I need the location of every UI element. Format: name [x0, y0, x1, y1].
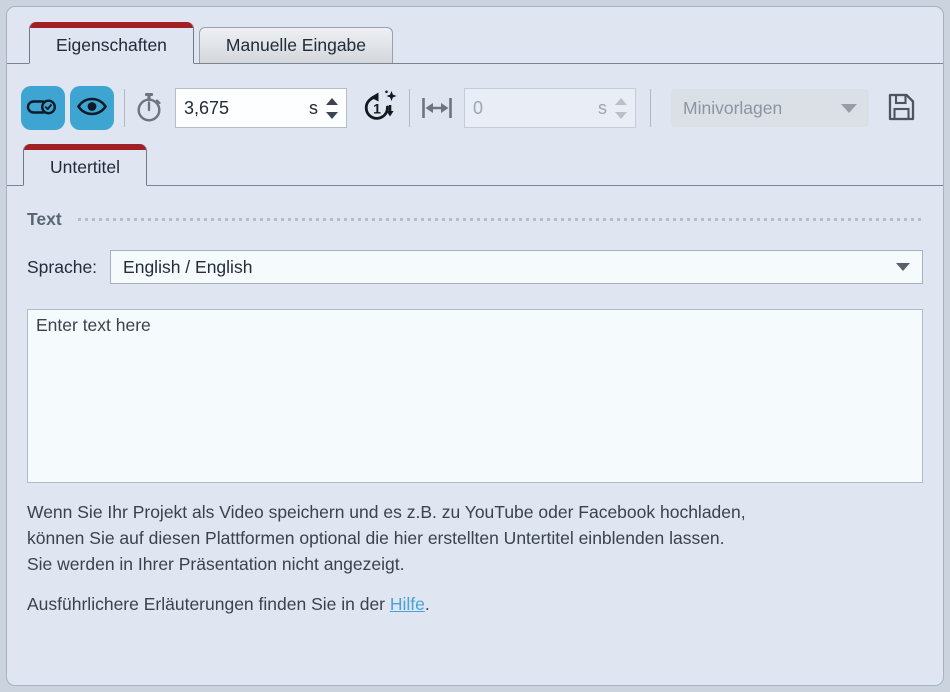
language-select[interactable]: English / English — [110, 250, 923, 284]
pause-spinner — [615, 98, 627, 119]
subtitle-text-area[interactable]: Enter text here — [27, 309, 923, 483]
main-tabbar: Eigenschaften Manuelle Eingabe — [7, 22, 943, 64]
auto-duration-icon[interactable]: 1 — [359, 88, 399, 128]
subtitle-content: Text Sprache: English / English Enter te… — [7, 209, 943, 615]
pause-unit: s — [598, 98, 607, 119]
tab-untertitel[interactable]: Untertitel — [23, 144, 147, 186]
properties-panel: Eigenschaften Manuelle Eingabe — [6, 6, 944, 686]
language-value: English / English — [123, 257, 896, 278]
tab-eigenschaften-label: Eigenschaften — [30, 28, 193, 63]
duration-spin-down[interactable] — [326, 112, 338, 119]
minivorlagen-label: Minivorlagen — [683, 98, 841, 119]
svg-text:1: 1 — [373, 101, 381, 117]
chevron-down-icon — [896, 263, 910, 271]
duration-unit: s — [309, 98, 318, 119]
info-line: Wenn Sie Ihr Projekt als Video speichern… — [27, 499, 923, 525]
info-paragraph: Wenn Sie Ihr Projekt als Video speichern… — [27, 499, 923, 577]
tab-manuelle-eingabe[interactable]: Manuelle Eingabe — [199, 27, 393, 63]
toggle-check-icon — [26, 95, 60, 122]
toolbar-separator — [650, 89, 651, 127]
sub-tabbar: Untertitel — [7, 144, 943, 186]
save-button[interactable] — [885, 91, 917, 126]
language-label: Sprache: — [27, 257, 97, 278]
section-dotted-divider — [78, 218, 923, 221]
help-link[interactable]: Hilfe — [390, 594, 425, 614]
pause-input — [465, 98, 596, 119]
tab-eigenschaften[interactable]: Eigenschaften — [29, 22, 194, 64]
pause-field: s — [464, 88, 636, 128]
eye-icon — [76, 95, 108, 121]
toolbar-separator — [124, 89, 125, 127]
toolbar: s 1 — [21, 86, 923, 130]
minivorlagen-dropdown[interactable]: Minivorlagen — [671, 89, 869, 127]
info-line: können Sie auf diesen Plattformen option… — [27, 525, 923, 551]
visibility-button[interactable] — [70, 86, 114, 130]
duration-field: s — [175, 88, 347, 128]
info-line: Sie werden in Ihrer Präsentation nicht a… — [27, 551, 923, 577]
chevron-down-icon — [841, 104, 857, 113]
pause-spin-down — [615, 112, 627, 119]
text-section-label: Text — [27, 209, 62, 230]
toggle-active-button[interactable] — [21, 86, 65, 130]
tab-manuelle-eingabe-label: Manuelle Eingabe — [200, 28, 392, 63]
stopwatch-icon — [135, 92, 163, 124]
text-section-header: Text — [27, 209, 923, 230]
help-prefix: Ausführlichere Erläuterungen finden Sie … — [27, 594, 390, 614]
help-suffix: . — [425, 594, 430, 614]
duration-input[interactable] — [176, 98, 307, 119]
duration-spin-up[interactable] — [326, 98, 338, 105]
toolbar-separator — [409, 89, 410, 127]
width-arrows-icon — [420, 95, 454, 121]
language-row: Sprache: English / English — [27, 250, 923, 284]
floppy-disk-icon — [885, 91, 917, 126]
pause-spin-up — [615, 98, 627, 105]
duration-spinner — [326, 98, 338, 119]
tab-untertitel-label: Untertitel — [24, 150, 146, 185]
help-line: Ausführlichere Erläuterungen finden Sie … — [27, 594, 923, 615]
